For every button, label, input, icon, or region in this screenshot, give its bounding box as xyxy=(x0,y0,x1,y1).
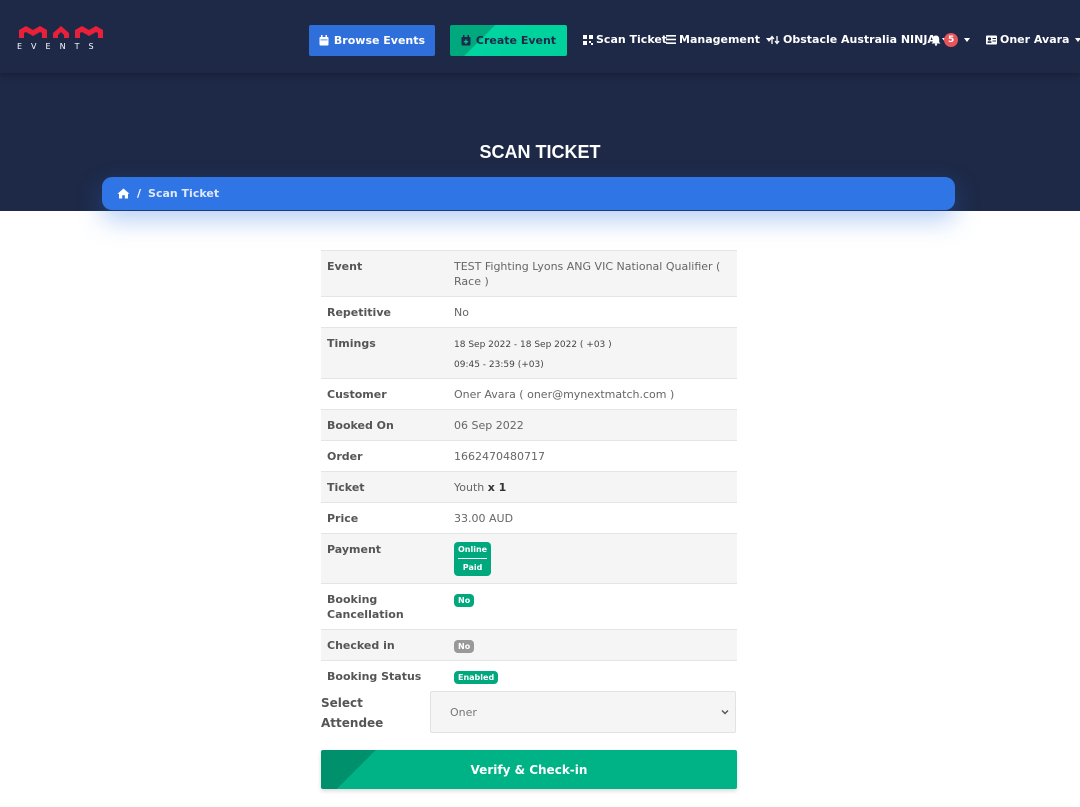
qrcode-icon xyxy=(583,34,593,45)
customer-value: Oner Avara ( oner@mynextmatch.com ) xyxy=(448,378,737,410)
table-row: Customer Oner Avara ( oner@mynextmatch.c… xyxy=(321,378,737,410)
verify-checkin-button[interactable]: Verify & Check-in xyxy=(321,750,737,789)
nav-management-dropdown[interactable]: Management xyxy=(666,33,772,46)
timings-dates: 18 Sep 2022 - 18 Sep 2022 ( +03 ) xyxy=(454,340,612,350)
nav-scan-ticket[interactable]: Scan Ticket xyxy=(583,33,667,46)
logo-mam-mark xyxy=(19,26,103,38)
home-icon[interactable] xyxy=(117,188,130,199)
checked-in-badge: No xyxy=(454,640,475,653)
payment-value: Online Paid xyxy=(448,533,737,584)
customer-label: Customer xyxy=(321,378,448,410)
page-title: SCAN TICKET xyxy=(479,142,601,162)
checked-in-value-cell: No xyxy=(448,629,737,661)
table-row: Repetitive No xyxy=(321,296,737,328)
chevron-down-icon xyxy=(964,38,971,42)
switch-arrows-icon xyxy=(769,34,780,45)
nav-user-menu[interactable]: Oner Avara xyxy=(986,33,1080,46)
nav-user-label: Oner Avara xyxy=(1000,33,1070,46)
price-value: 33.00 AUD xyxy=(448,502,737,534)
select-attendee-label: Select Attendee xyxy=(321,696,384,730)
table-row: Price 33.00 AUD xyxy=(321,502,737,534)
ticket-quantity: x 1 xyxy=(487,481,507,494)
menu-bars-icon xyxy=(666,35,676,44)
create-event-label: Create Event xyxy=(475,34,557,47)
bell-icon xyxy=(931,35,941,46)
table-row: Booking Status Enabled xyxy=(321,660,737,691)
table-row: Checked in No xyxy=(321,629,737,661)
event-value: TEST Fighting Lyons ANG VIC National Qua… xyxy=(448,250,737,297)
nav-management-label: Management xyxy=(679,33,760,46)
booked-on-value: 06 Sep 2022 xyxy=(448,409,737,441)
payment-method: Online xyxy=(458,544,488,559)
table-row: Payment Online Paid xyxy=(321,533,737,584)
user-id-card-icon xyxy=(986,35,997,44)
chevron-down-icon xyxy=(1075,37,1080,42)
cancellation-badge: No xyxy=(454,594,475,607)
breadcrumb-current: Scan Ticket xyxy=(148,187,220,200)
payment-status: Paid xyxy=(462,563,483,572)
top-navbar: EVENTS Browse Events Create Event Scan T… xyxy=(0,0,1080,73)
cancellation-value-cell: No xyxy=(448,583,737,630)
notification-count-badge: 5 xyxy=(944,33,959,47)
repetitive-label: Repetitive xyxy=(321,296,448,328)
table-row: Booked On 06 Sep 2022 xyxy=(321,409,737,441)
browse-events-label: Browse Events xyxy=(333,34,426,47)
attendee-selected-value: Oner xyxy=(450,705,477,719)
nav-scan-ticket-label: Scan Ticket xyxy=(596,33,668,46)
nav-organisation-label: Obstacle Australia NINJA xyxy=(783,33,936,46)
nav-organisation-switcher[interactable]: Obstacle Australia NINJA xyxy=(769,33,948,46)
ticket-details-table: Event TEST Fighting Lyons ANG VIC Nation… xyxy=(321,250,737,691)
timings-label: Timings xyxy=(321,327,448,379)
booking-status-label: Booking Status xyxy=(321,660,448,691)
breadcrumb-separator: / xyxy=(137,187,142,200)
calendar-plus-icon xyxy=(461,35,471,46)
nav-notifications[interactable]: 5 xyxy=(931,33,971,47)
timings-value: 18 Sep 2022 - 18 Sep 2022 ( +03 ) 09:45 … xyxy=(448,327,737,379)
table-row: Ticket Youth x 1 xyxy=(321,471,737,503)
table-row: Event TEST Fighting Lyons ANG VIC Nation… xyxy=(321,250,737,297)
table-row: Timings 18 Sep 2022 - 18 Sep 2022 ( +03 … xyxy=(321,327,737,379)
ticket-value: Youth x 1 xyxy=(448,471,737,503)
booked-on-label: Booked On xyxy=(321,409,448,441)
brand-logo[interactable]: EVENTS xyxy=(17,24,117,56)
payment-label: Payment xyxy=(321,533,448,584)
table-row: Order 1662470480717 xyxy=(321,440,737,472)
timings-hours: 09:45 - 23:59 (+03) xyxy=(454,360,544,370)
calendar-icon xyxy=(319,35,329,46)
event-label: Event xyxy=(321,250,448,297)
attendee-select[interactable]: Oner xyxy=(430,691,736,733)
chevron-down-icon xyxy=(721,710,729,715)
ticket-name: Youth xyxy=(454,481,485,494)
price-label: Price xyxy=(321,502,448,534)
order-label: Order xyxy=(321,440,448,472)
booking-status-badge: Enabled xyxy=(454,671,499,684)
browse-events-button[interactable]: Browse Events xyxy=(309,25,435,56)
cancellation-label: Booking Cancellation xyxy=(321,583,448,630)
ticket-label: Ticket xyxy=(321,471,448,503)
breadcrumb: / Scan Ticket xyxy=(102,177,955,210)
table-row: Booking Cancellation No xyxy=(321,583,737,630)
checked-in-label: Checked in xyxy=(321,629,448,661)
booking-status-value-cell: Enabled xyxy=(448,660,737,691)
create-event-button[interactable]: Create Event xyxy=(450,25,567,56)
logo-sub-text: EVENTS xyxy=(17,42,103,51)
repetitive-value: No xyxy=(448,296,737,328)
payment-status-badge: Online Paid xyxy=(454,542,492,576)
order-value: 1662470480717 xyxy=(448,440,737,472)
